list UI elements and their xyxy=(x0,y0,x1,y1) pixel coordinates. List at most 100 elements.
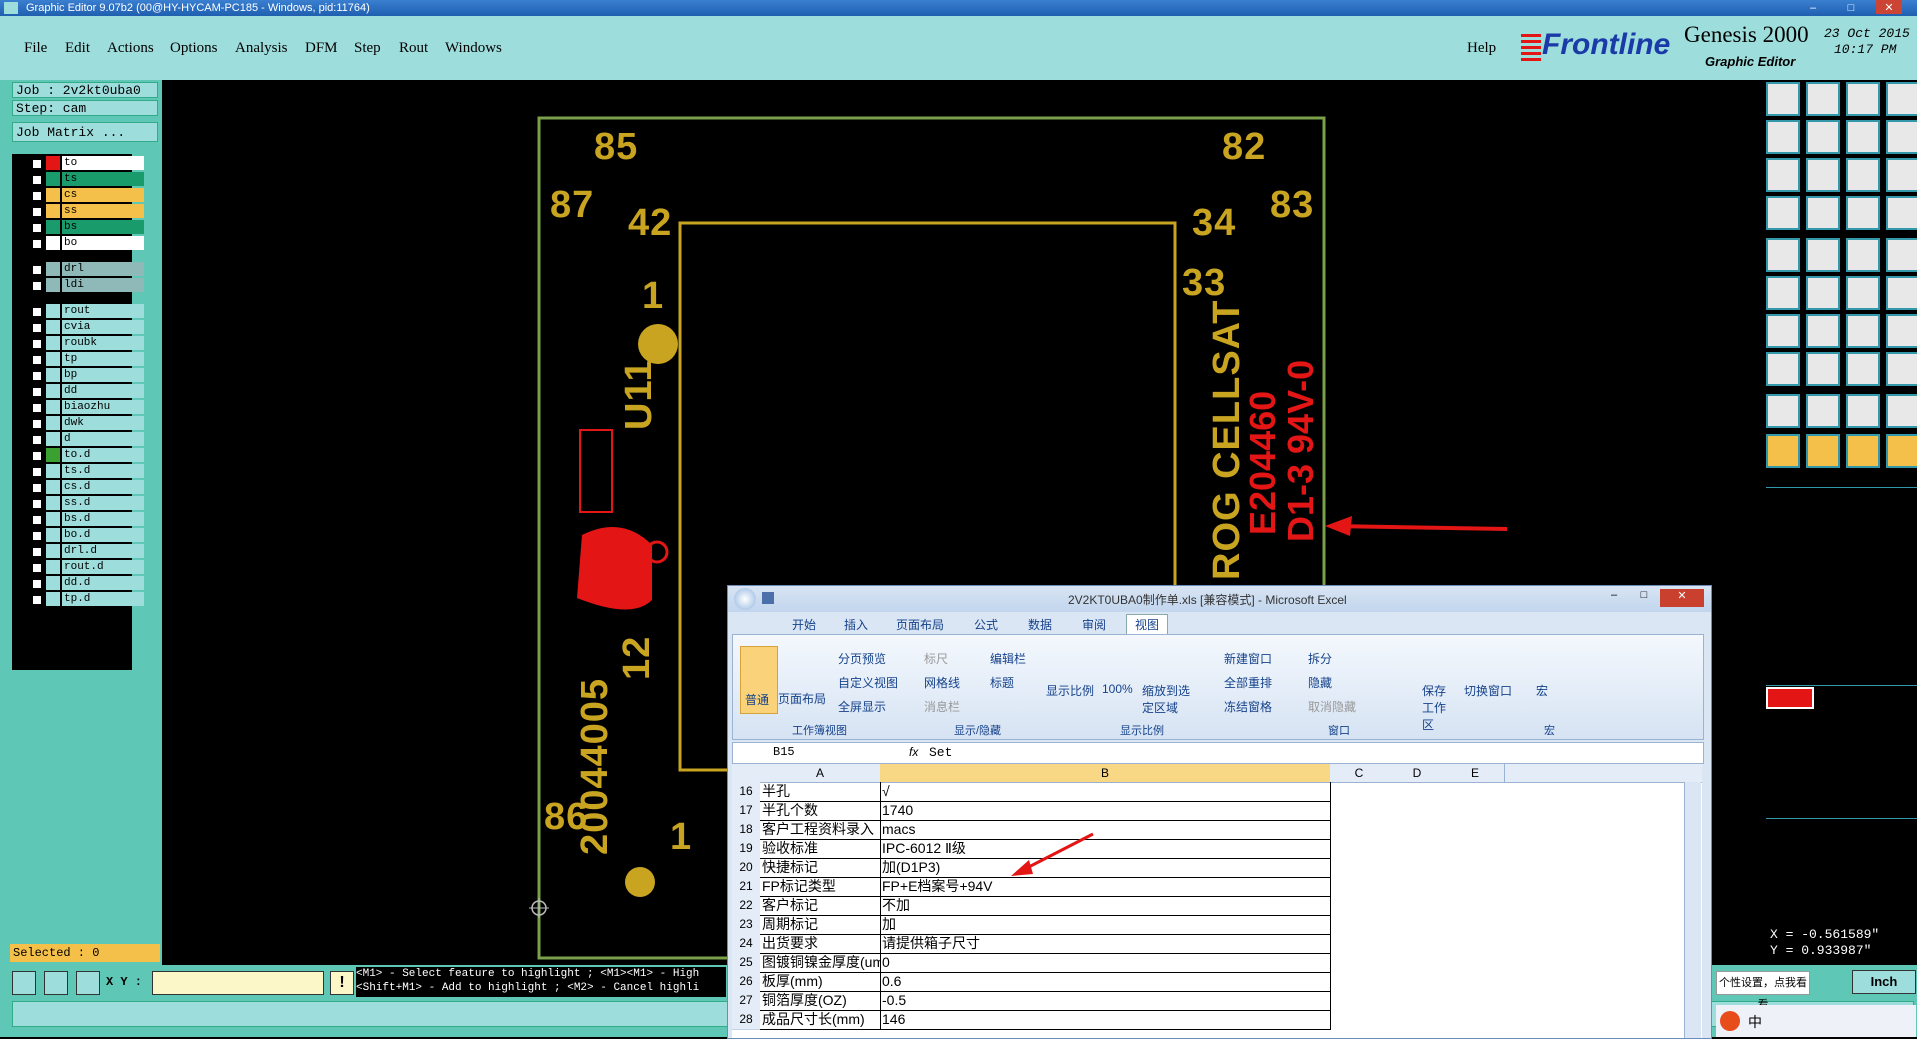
scale-icon[interactable] xyxy=(1886,120,1917,154)
layer-color-swatch[interactable] xyxy=(46,304,60,318)
layer-row[interactable]: cvia xyxy=(26,320,144,335)
cell-b[interactable]: 146 xyxy=(880,1010,1331,1030)
layer-color-swatch[interactable] xyxy=(46,262,60,276)
cell-a[interactable]: 板厚(mm) xyxy=(760,972,881,992)
layer-color-swatch[interactable] xyxy=(46,156,60,170)
tab-view[interactable]: 视图 xyxy=(1126,614,1169,635)
layer-color-swatch[interactable] xyxy=(46,172,60,186)
row-header[interactable]: 17 xyxy=(732,801,760,821)
split-button[interactable]: 拆分 xyxy=(1308,650,1332,667)
layer-select-icon[interactable] xyxy=(1886,238,1917,272)
layer-color-swatch[interactable] xyxy=(46,352,60,366)
triangle-a-icon[interactable] xyxy=(1806,394,1840,428)
unit-button[interactable]: Inch xyxy=(1852,970,1916,994)
menu-help[interactable]: Help xyxy=(1467,40,1496,57)
edit-icon[interactable] xyxy=(1886,314,1917,348)
layer-checkbox[interactable] xyxy=(32,323,42,333)
layer-row[interactable]: drl.d xyxy=(26,544,144,559)
row-header[interactable]: 16 xyxy=(732,782,760,802)
layer-row[interactable]: d xyxy=(26,432,144,447)
job-label[interactable]: Job : 2v2kt0uba0 xyxy=(12,82,158,98)
macro-button[interactable]: 宏 xyxy=(1536,682,1548,699)
new-window-button[interactable]: 新建窗口 xyxy=(1224,650,1272,667)
normal-view-button[interactable]: 普通 xyxy=(740,646,778,714)
cell-a[interactable]: 铜箔厚度(OZ) xyxy=(760,991,881,1011)
grid-icon[interactable] xyxy=(1806,196,1840,230)
cell-a[interactable]: 成品尺寸长(mm) xyxy=(760,1010,881,1030)
cell-b[interactable]: 请提供箱子尺寸 xyxy=(880,934,1331,954)
layer-checkbox[interactable] xyxy=(32,595,42,605)
hide-button[interactable]: 隐藏 xyxy=(1308,674,1332,691)
home-icon[interactable] xyxy=(1846,82,1880,116)
row-header[interactable]: 28 xyxy=(732,1010,760,1030)
move-up-icon[interactable] xyxy=(1766,82,1800,116)
layer-checkbox[interactable] xyxy=(32,355,42,365)
switch-window-button[interactable]: 切换窗口 xyxy=(1464,682,1512,699)
layer-color-swatch[interactable] xyxy=(46,400,60,414)
save-workspace-button[interactable]: 保存工作区 xyxy=(1422,682,1452,733)
layer-checkbox[interactable] xyxy=(32,175,42,185)
cell-b[interactable]: -0.5 xyxy=(880,991,1331,1011)
cell-a[interactable]: 客户标记 xyxy=(760,896,881,916)
tab-home[interactable]: 开始 xyxy=(792,616,816,633)
menu-step[interactable]: Step xyxy=(354,40,381,57)
layer-checkbox[interactable] xyxy=(32,419,42,429)
save-icon[interactable] xyxy=(762,592,774,604)
pointer-node-icon[interactable] xyxy=(1886,434,1917,468)
layer-checkbox[interactable] xyxy=(32,531,42,541)
layer-color-swatch[interactable] xyxy=(46,560,60,574)
arch-icon[interactable] xyxy=(1846,394,1880,428)
layer-color-swatch[interactable] xyxy=(46,528,60,542)
fx-icon[interactable]: fx xyxy=(909,745,918,759)
step-left-icon[interactable] xyxy=(1766,120,1800,154)
layer-color-swatch[interactable] xyxy=(46,496,60,510)
menu-rout[interactable]: Rout xyxy=(399,40,428,57)
pointer-select-icon[interactable] xyxy=(1806,434,1840,468)
row-header[interactable]: 27 xyxy=(732,991,760,1011)
layer-row[interactable]: ss xyxy=(26,204,144,219)
layer-color-swatch[interactable] xyxy=(46,576,60,590)
layer-row[interactable]: ts xyxy=(26,172,144,187)
layer-color-swatch[interactable] xyxy=(46,204,60,218)
layer-checkbox[interactable] xyxy=(32,435,42,445)
layer-checkbox[interactable] xyxy=(32,307,42,317)
cell-a[interactable]: 验收标准 xyxy=(760,839,881,859)
zoom-tool-icon[interactable] xyxy=(12,971,36,995)
diagonal-icon[interactable] xyxy=(1806,314,1840,348)
layer-row[interactable]: roubk xyxy=(26,336,144,351)
row-header[interactable]: 23 xyxy=(732,915,760,935)
triangle-icon[interactable] xyxy=(1766,394,1800,428)
maximize-button[interactable]: □ xyxy=(1838,0,1864,14)
fingerprint-icon[interactable] xyxy=(1766,196,1800,230)
cell-b[interactable]: 0 xyxy=(880,953,1331,973)
layer-row[interactable]: ss.d xyxy=(26,496,144,511)
pointer-icon[interactable] xyxy=(1766,434,1800,468)
excel-minimize-button[interactable]: – xyxy=(1600,589,1628,607)
row-header[interactable]: 20 xyxy=(732,858,760,878)
page-layout-button[interactable]: 页面布局 xyxy=(778,690,826,707)
tab-page-layout[interactable]: 页面布局 xyxy=(896,616,944,633)
step-right-icon[interactable] xyxy=(1806,120,1840,154)
triangle-b-icon[interactable] xyxy=(1886,394,1917,428)
layer-color-swatch[interactable] xyxy=(46,384,60,398)
job-matrix-button[interactable]: Job Matrix ... xyxy=(12,122,158,142)
layer-checkbox[interactable] xyxy=(32,579,42,589)
cell-b[interactable]: 不加 xyxy=(880,896,1331,916)
cell-a[interactable]: 图镀铜镍金厚度(um) xyxy=(760,953,881,973)
cell-b[interactable]: 1740 xyxy=(880,801,1331,821)
vertical-scrollbar[interactable] xyxy=(1684,782,1701,1038)
ratio-icon[interactable] xyxy=(1846,158,1880,192)
menu-options[interactable]: Options xyxy=(170,40,218,57)
layer-color-swatch[interactable] xyxy=(46,480,60,494)
ruler-checkbox[interactable]: 标尺 xyxy=(924,650,948,667)
ime-mode[interactable]: 中 xyxy=(1748,1012,1762,1032)
layer-checkbox[interactable] xyxy=(32,563,42,573)
row-header[interactable]: 25 xyxy=(732,953,760,973)
gridlines-checkbox[interactable]: 网格线 xyxy=(924,674,960,691)
line-draw-icon[interactable] xyxy=(1806,238,1840,272)
zoom-button[interactable]: 显示比例 xyxy=(1046,682,1094,699)
move-icon[interactable] xyxy=(1886,82,1917,116)
layer-row[interactable]: bo.d xyxy=(26,528,144,543)
layer-checkbox[interactable] xyxy=(32,515,42,525)
column-header[interactable]: B xyxy=(880,764,1331,782)
